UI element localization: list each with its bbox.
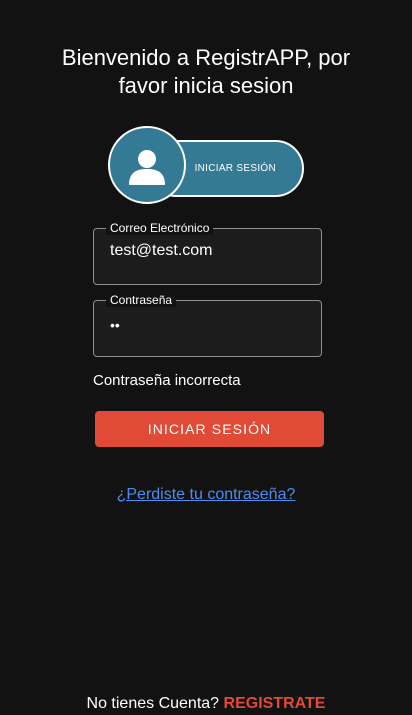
login-badge: INICIAR SESIÓN <box>108 126 304 204</box>
user-icon <box>108 126 186 204</box>
password-field[interactable]: Contraseña <box>93 293 322 357</box>
email-field[interactable]: Correo Electrónico <box>93 221 322 285</box>
footer-prompt: No tienes Cuenta? <box>86 695 220 712</box>
register-link[interactable]: REGISTRATE <box>224 695 326 712</box>
page-title: Bienvenido a RegistrAPP, por favor inici… <box>61 45 351 98</box>
forgot-password-link[interactable]: ¿Perdiste tu contraseña? <box>0 486 412 504</box>
password-label: Contraseña <box>106 293 177 307</box>
password-input[interactable] <box>110 313 309 337</box>
error-message: Contraseña incorrecta <box>93 372 241 389</box>
badge-label: INICIAR SESIÓN <box>194 163 276 174</box>
email-input[interactable] <box>110 239 309 263</box>
footer: No tienes Cuenta? REGISTRATE <box>0 695 412 713</box>
login-button[interactable]: INICIAR SESIÓN <box>95 411 324 447</box>
email-label: Correo Electrónico <box>106 221 214 235</box>
